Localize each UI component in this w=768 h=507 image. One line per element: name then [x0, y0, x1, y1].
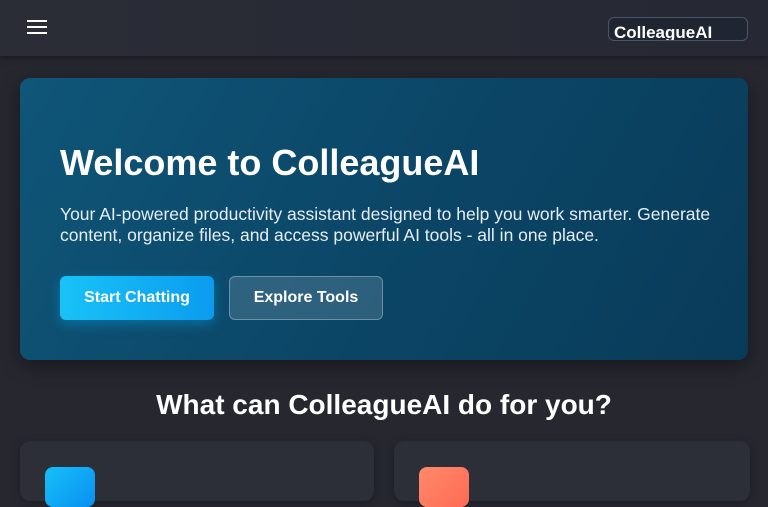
feature-card[interactable]: [394, 441, 750, 507]
menu-line: [27, 26, 47, 28]
feature-icon: [419, 467, 469, 507]
explore-tools-button[interactable]: Explore Tools: [229, 276, 383, 320]
start-chatting-button[interactable]: Start Chatting: [60, 276, 214, 320]
menu-line: [27, 32, 47, 34]
brand-logo[interactable]: ColleagueAI: [608, 17, 748, 41]
hamburger-menu-icon[interactable]: [24, 15, 50, 39]
top-bar: ColleagueAI: [0, 0, 768, 56]
feature-card[interactable]: [20, 441, 374, 507]
hero-banner: Welcome to ColleagueAI Your AI-powered p…: [20, 78, 748, 360]
hero-title: Welcome to ColleagueAI: [60, 142, 480, 183]
brand-name: ColleagueAI: [614, 23, 713, 41]
feature-icon: [45, 467, 95, 507]
menu-line: [27, 20, 47, 22]
features-section-title: What can ColleagueAI do for you?: [156, 389, 612, 420]
hero-description: Your AI-powered productivity assistant d…: [60, 204, 711, 245]
